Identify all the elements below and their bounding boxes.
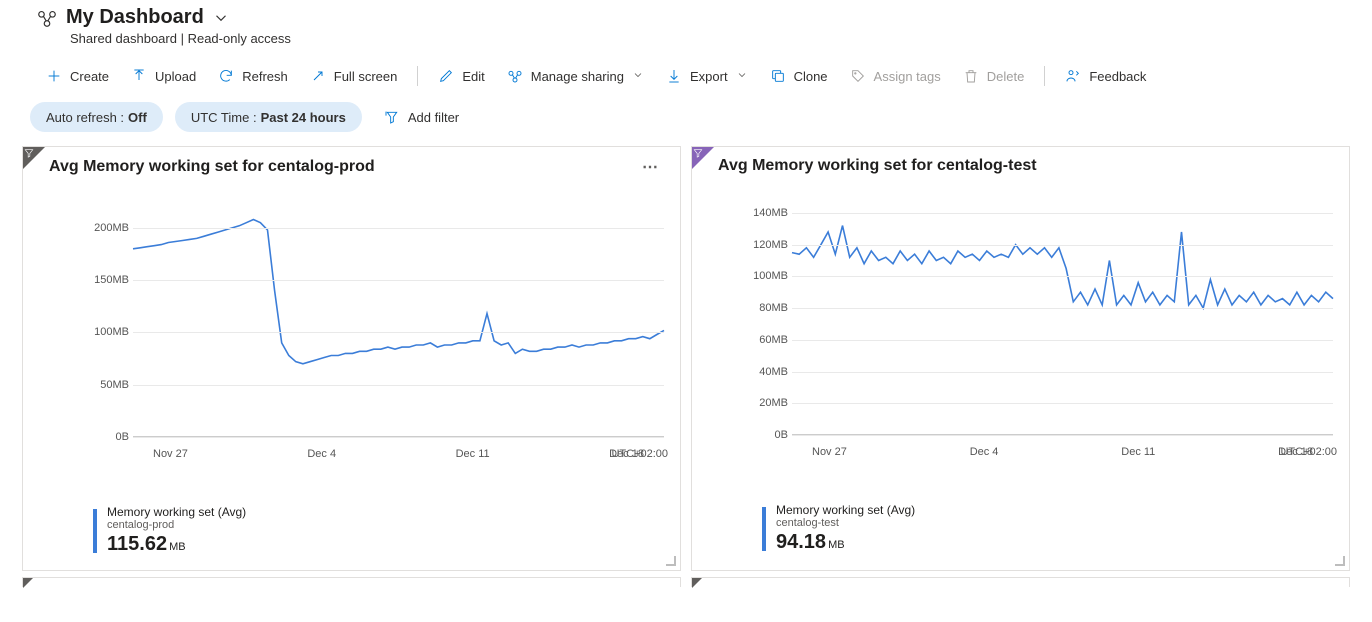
manage-sharing-button[interactable]: Manage sharing — [497, 60, 654, 92]
export-button[interactable]: Export — [656, 60, 758, 92]
fullscreen-button[interactable]: Full screen — [300, 60, 408, 92]
chevron-down-icon — [736, 69, 748, 84]
y-tick-label: 60MB — [736, 334, 788, 346]
tiles-container: Avg Memory working set for centalog-prod… — [0, 146, 1372, 577]
download-icon — [666, 68, 682, 84]
delete-icon — [963, 68, 979, 84]
clone-icon — [770, 68, 786, 84]
dashboard-title: My Dashboard — [66, 6, 204, 29]
chart-tile-stub — [691, 577, 1350, 587]
x-tick-label: Nov 27 — [153, 448, 188, 460]
y-tick-label: 20MB — [736, 397, 788, 409]
timezone-label: UTC+02:00 — [1280, 446, 1337, 458]
legend-value: 94.18MB — [776, 531, 915, 554]
legend-color-bar — [93, 509, 97, 553]
y-tick-label: 200MB — [77, 222, 129, 234]
dashboard-dropdown-button[interactable] — [212, 9, 230, 27]
dashboard-header: My Dashboard Shared dashboard | Read-onl… — [0, 0, 1372, 46]
separator — [1044, 66, 1045, 86]
chart-tile-stub — [22, 577, 681, 587]
chart-area: Nov 27Dec 4Dec 11Dec 18 UTC+02:00 0B20MB… — [692, 179, 1349, 499]
feedback-icon — [1065, 68, 1081, 84]
filter-corner-icon[interactable] — [23, 147, 45, 169]
create-button[interactable]: Create — [36, 60, 119, 92]
legend-resource: centalog-prod — [107, 519, 246, 531]
filter-corner-icon[interactable] — [692, 147, 714, 169]
y-tick-label: 120MB — [736, 239, 788, 251]
y-tick-label: 100MB — [736, 270, 788, 282]
legend-color-bar — [762, 507, 766, 551]
dashboard-subtitle: Shared dashboard | Read-only access — [70, 31, 1372, 46]
y-tick-label: 140MB — [736, 207, 788, 219]
x-tick-label: Nov 27 — [812, 446, 847, 458]
tiles-row-partial — [0, 577, 1372, 587]
y-tick-label: 150MB — [77, 274, 129, 286]
filter-bar: Auto refresh : Off UTC Time : Past 24 ho… — [0, 102, 1372, 146]
chart-area: Nov 27Dec 4Dec 11Dec 18 UTC+02:00 0B50MB… — [23, 181, 680, 501]
chart-legend: Memory working set (Avg) centalog-test 9… — [692, 499, 1349, 568]
legend-resource: centalog-test — [776, 517, 915, 529]
command-bar: Create Upload Refresh Full screen Edit M… — [0, 46, 1372, 102]
filter-add-icon — [384, 109, 400, 125]
tile-title: Avg Memory working set for centalog-prod — [49, 158, 375, 176]
plus-icon — [46, 68, 62, 84]
resize-handle[interactable] — [666, 556, 676, 566]
x-tick-label: Dec 4 — [307, 448, 336, 460]
refresh-icon — [218, 68, 234, 84]
y-tick-label: 0B — [736, 429, 788, 441]
delete-button: Delete — [953, 60, 1035, 92]
feedback-button[interactable]: Feedback — [1055, 60, 1156, 92]
chart-legend: Memory working set (Avg) centalog-prod 1… — [23, 501, 680, 570]
fullscreen-icon — [310, 68, 326, 84]
x-tick-label: Dec 11 — [1121, 446, 1155, 458]
refresh-button[interactable]: Refresh — [208, 60, 298, 92]
auto-refresh-pill[interactable]: Auto refresh : Off — [30, 102, 163, 132]
time-range-pill[interactable]: UTC Time : Past 24 hours — [175, 102, 362, 132]
y-tick-label: 40MB — [736, 366, 788, 378]
edit-button[interactable]: Edit — [428, 60, 494, 92]
timezone-label: UTC+02:00 — [611, 448, 668, 460]
dashboard-icon — [36, 7, 58, 29]
y-tick-label: 80MB — [736, 302, 788, 314]
y-tick-label: 100MB — [77, 326, 129, 338]
edit-icon — [438, 68, 454, 84]
legend-value: 115.62MB — [107, 533, 246, 556]
chart-tile-prod[interactable]: Avg Memory working set for centalog-prod… — [22, 146, 681, 571]
tag-icon — [850, 68, 866, 84]
x-tick-label: Dec 11 — [456, 448, 490, 460]
y-tick-label: 50MB — [77, 379, 129, 391]
chart-tile-test[interactable]: Avg Memory working set for centalog-test… — [691, 146, 1350, 571]
add-filter-button[interactable]: Add filter — [374, 102, 469, 132]
legend-metric: Memory working set (Avg) — [107, 505, 246, 519]
legend-metric: Memory working set (Avg) — [776, 503, 915, 517]
clone-button[interactable]: Clone — [760, 60, 838, 92]
separator — [417, 66, 418, 86]
tile-title: Avg Memory working set for centalog-test — [718, 157, 1037, 175]
y-tick-label: 0B — [77, 431, 129, 443]
upload-button[interactable]: Upload — [121, 60, 206, 92]
resize-handle[interactable] — [1335, 556, 1345, 566]
share-icon — [507, 68, 523, 84]
x-tick-label: Dec 4 — [970, 446, 999, 458]
tile-more-button[interactable]: ⋯ — [636, 157, 666, 177]
assign-tags-button: Assign tags — [840, 60, 951, 92]
chevron-down-icon — [632, 69, 644, 84]
upload-icon — [131, 68, 147, 84]
